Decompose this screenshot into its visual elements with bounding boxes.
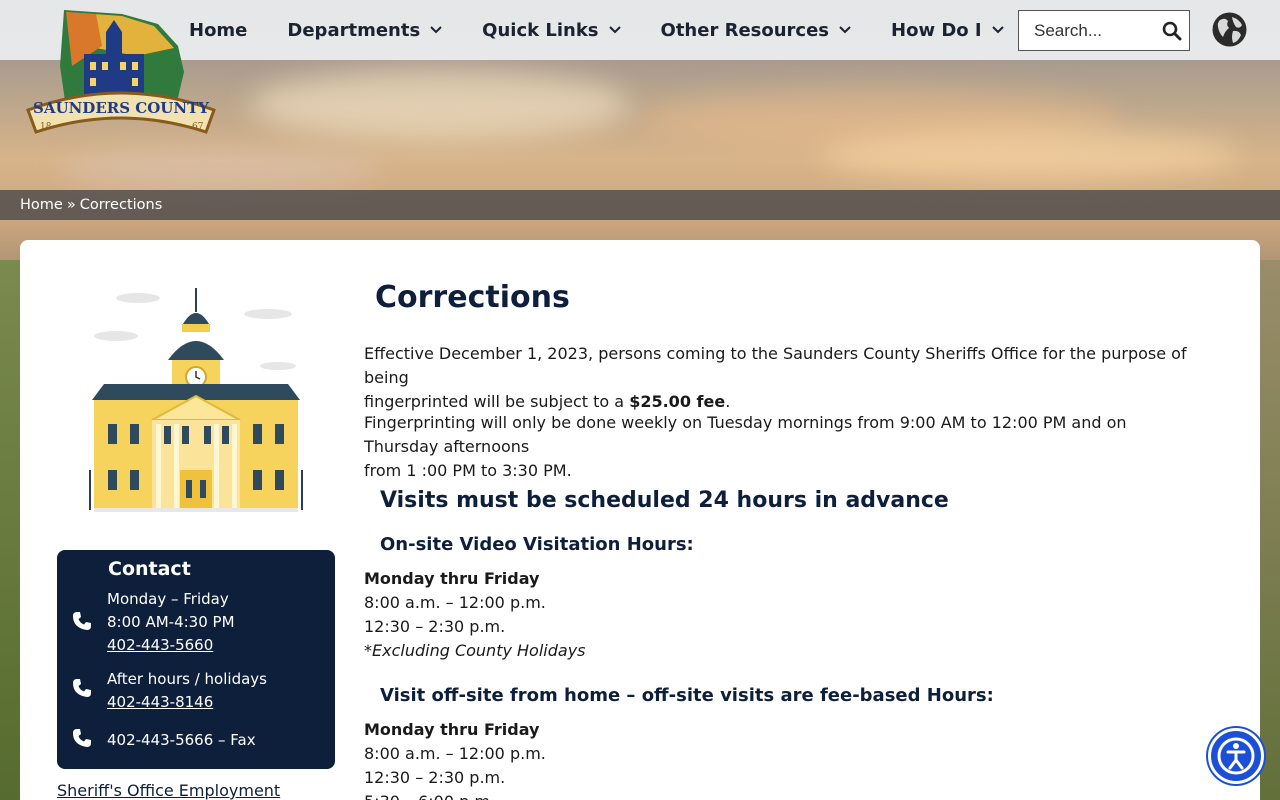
chevron-down-icon [991,26,1004,34]
phone-icon [73,612,91,630]
nav-home-label: Home [189,19,248,41]
page-title: Corrections [375,280,570,315]
contact-days: Monday – Friday [107,590,229,608]
fee-paragraph-line1: Effective December 1, 2023, persons comi… [364,344,1187,387]
nav-quick-links-label: Quick Links [482,19,599,41]
search-box [1018,10,1190,51]
onsite-heading: On-site Video Visitation Hours: [380,534,694,555]
fee-amount: $25.00 fee [629,392,726,411]
breadcrumb-current: Corrections [79,197,163,213]
after-hours-phone-link[interactable]: 402-443-8146 [107,693,213,711]
courthouse-illustration [89,288,303,512]
cloud [820,130,1240,180]
saunders-county-logo[interactable]: SAUNDERS COUNTY 18 67 [26,6,216,138]
breadcrumb-separator: » [66,197,76,213]
employment-link[interactable]: Sheriff's Office Employment [57,781,280,800]
nav-departments[interactable]: Departments [287,20,442,41]
phone-icon [73,679,91,697]
nav-other-resources[interactable]: Other Resources [661,20,852,41]
offsite-slot-2: 12:30 – 2:30 p.m. [364,768,506,787]
breadcrumb: Home » Corrections [0,190,1280,220]
nav-how-do-i[interactable]: How Do I [891,20,1004,41]
offsite-days: Monday thru Friday [364,720,540,739]
office-phone-link[interactable]: 402-443-5660 [107,636,213,654]
search-input[interactable] [1019,20,1149,41]
onsite-slot-2: 12:30 – 2:30 p.m. [364,617,506,636]
fee-period: . [725,392,731,411]
offsite-slot-1: 8:00 a.m. – 12:00 p.m. [364,744,546,763]
phone-icon [73,729,91,747]
onsite-slot-1: 8:00 a.m. – 12:00 p.m. [364,593,546,612]
onsite-note: *Excluding County Holidays [364,641,586,660]
fingerprint-paragraph: Fingerprinting will only be done weekly … [364,411,1204,483]
chevron-down-icon [839,26,851,34]
search-icon[interactable] [1162,21,1182,41]
chevron-down-icon [608,26,621,34]
fee-paragraph: Effective December 1, 2023, persons comi… [364,342,1204,414]
offsite-slot-3: 5:30 – 6:00 p.m. [364,790,495,800]
logo-text: SAUNDERS COUNTY [33,99,209,117]
nav-departments-label: Departments [287,19,421,41]
fingerprint-line1: Fingerprinting will only be done weekly … [364,413,1127,456]
after-hours-label: After hours / holidays [107,670,267,688]
svg-text:67: 67 [192,122,204,132]
schedule-heading: Visits must be scheduled 24 hours in adv… [380,488,949,513]
contact-hours: 8:00 AM-4:30 PM [107,613,235,631]
globe-icon[interactable] [1211,11,1248,48]
nav-quick-links[interactable]: Quick Links [482,19,621,41]
nav-other-resources-label: Other Resources [660,19,830,41]
fax-number: 402-443-5666 – Fax [107,731,256,749]
nav-how-do-i-label: How Do I [891,19,982,41]
breadcrumb-home[interactable]: Home [20,197,63,213]
fingerprint-line2: from 1 :00 PM to 3:30 PM. [364,461,572,480]
accessibility-icon [1217,737,1255,775]
contact-title: Contact [108,558,191,580]
nav-home[interactable]: Home [189,20,247,41]
contact-box: Contact Monday – Friday 8:00 AM-4:30 PM … [57,550,335,769]
fee-text: fingerprinted will be subject to a [364,392,625,411]
onsite-days: Monday thru Friday [364,569,540,588]
cloud [250,70,630,140]
offsite-heading: Visit off-site from home – off-site visi… [380,685,994,706]
cloud [60,150,380,190]
svg-text:18: 18 [40,122,52,132]
accessibility-button[interactable] [1208,728,1264,784]
main-nav: Home Departments Quick Links Other Resou… [189,0,1044,60]
chevron-down-icon [430,26,442,34]
